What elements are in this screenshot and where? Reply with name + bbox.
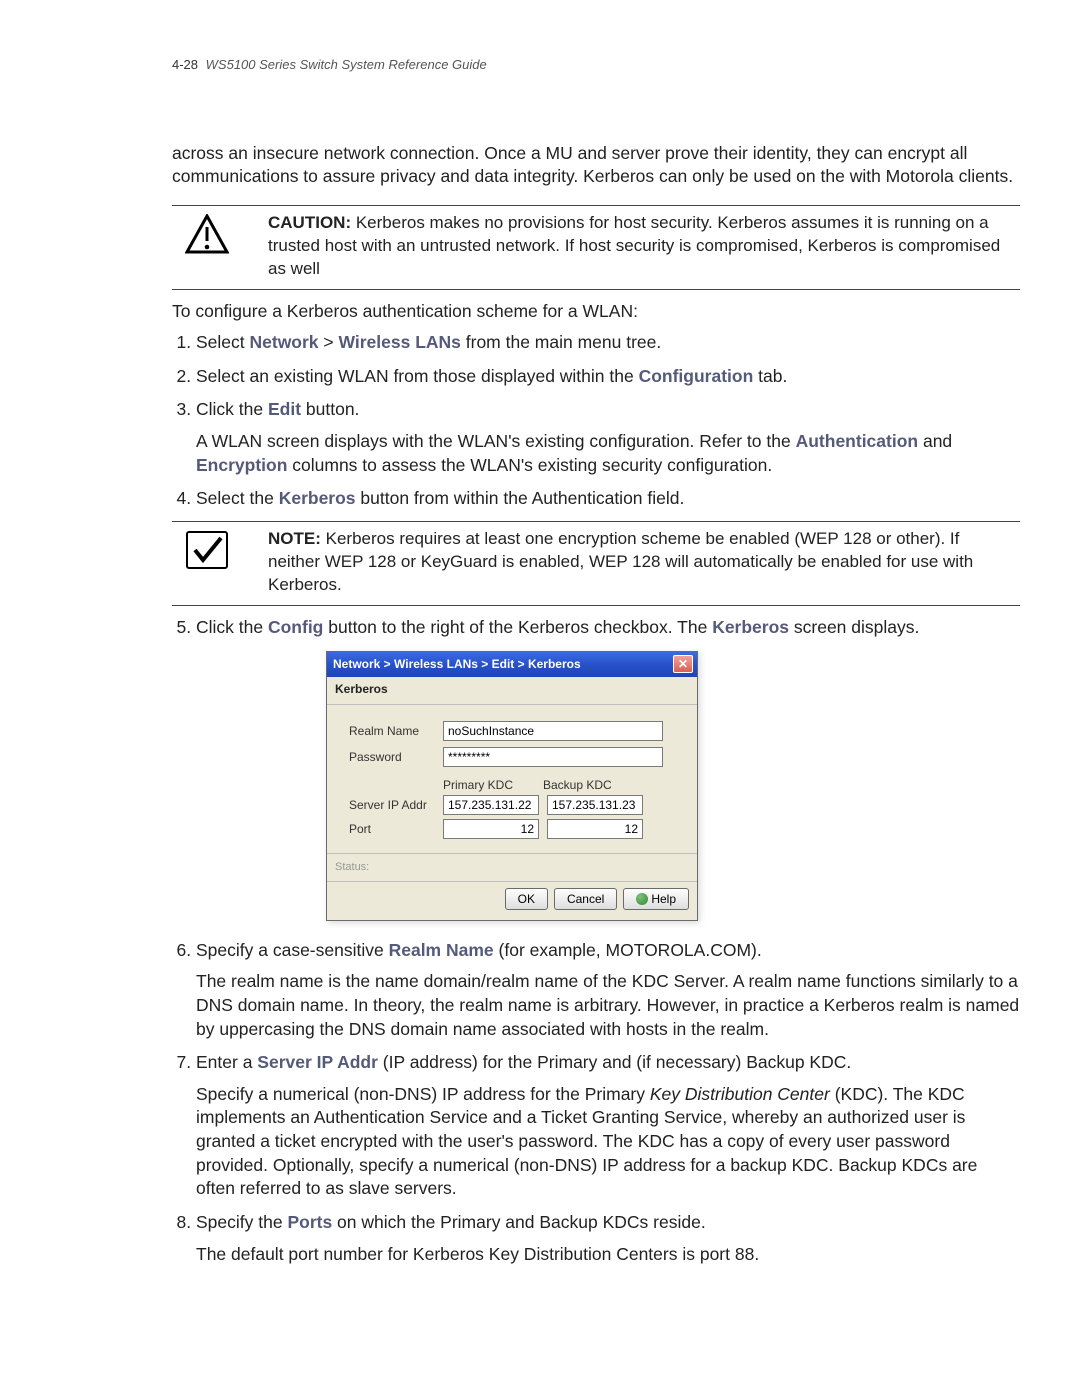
step-2: Select an existing WLAN from those displ… [196,365,1020,389]
manual-page: 4-28 WS5100 Series Switch System Referen… [0,0,1080,1397]
kerberos-dialog: Network > Wireless LANs > Edit > Kerbero… [326,651,698,920]
caution-text: CAUTION: Kerberos makes no provisions fo… [238,212,1012,281]
page-number: 4-28 [172,57,198,72]
step-7: Enter a Server IP Addr (IP address) for … [196,1051,1020,1201]
step-5: Click the Config button to the right of … [196,616,1020,921]
step-6-detail: The realm name is the name domain/realm … [196,970,1020,1041]
help-button[interactable]: Help [623,888,689,910]
note-label: NOTE: [268,529,321,548]
dialog-button-row: OK Cancel Help [327,882,697,920]
dialog-body: Realm Name Password Primary KDC Backup K… [327,705,697,854]
doc-title: WS5100 Series Switch System Reference Gu… [206,57,487,72]
dialog-status: Status: [327,854,697,882]
step-3-detail: A WLAN screen displays with the WLAN's e… [196,430,1020,477]
checkmark-icon [176,528,238,570]
step-7-detail: Specify a numerical (non-DNS) IP address… [196,1083,1020,1201]
step-6: Specify a case-sensitive Realm Name (for… [196,939,1020,1042]
realm-input[interactable] [443,721,663,741]
password-input[interactable] [443,747,663,767]
step-8: Specify the Ports on which the Primary a… [196,1211,1020,1266]
primary-kdc-header: Primary KDC [443,777,543,793]
step-3: Click the Edit button. A WLAN screen dis… [196,398,1020,477]
cancel-button[interactable]: Cancel [554,888,617,910]
steps-list: Select Network > Wireless LANs from the … [172,331,1020,511]
step-4: Select the Kerberos button from within t… [196,487,1020,511]
server-ip-label: Server IP Addr [349,797,443,813]
close-icon[interactable]: ✕ [673,655,693,673]
steps-list-cont: Click the Config button to the right of … [172,616,1020,1266]
dialog-titlebar: Network > Wireless LANs > Edit > Kerbero… [327,652,697,677]
server-ip-primary-input[interactable] [443,795,539,815]
help-icon [636,893,648,905]
note-callout: NOTE: Kerberos requires at least one enc… [172,521,1020,606]
caution-icon [176,212,238,254]
port-backup-input[interactable] [547,819,643,839]
server-ip-backup-input[interactable] [547,795,643,815]
dialog-title: Network > Wireless LANs > Edit > Kerbero… [333,656,581,672]
intro-paragraph: across an insecure network connection. O… [172,142,1020,189]
caution-callout: CAUTION: Kerberos makes no provisions fo… [172,205,1020,290]
password-label: Password [349,749,443,765]
note-text: NOTE: Kerberos requires at least one enc… [238,528,1012,597]
dialog-section-header: Kerberos [327,677,697,704]
ok-button[interactable]: OK [505,888,548,910]
running-header: 4-28 WS5100 Series Switch System Referen… [132,56,1020,74]
kdc-column-headers: Primary KDC Backup KDC [443,777,683,793]
port-primary-input[interactable] [443,819,539,839]
lead-in-text: To configure a Kerberos authentication s… [172,300,1020,324]
port-label: Port [349,821,443,837]
realm-label: Realm Name [349,723,443,739]
step-1: Select Network > Wireless LANs from the … [196,331,1020,355]
caution-label: CAUTION: [268,213,351,232]
step-8-detail: The default port number for Kerberos Key… [196,1243,1020,1267]
backup-kdc-header: Backup KDC [543,777,643,793]
